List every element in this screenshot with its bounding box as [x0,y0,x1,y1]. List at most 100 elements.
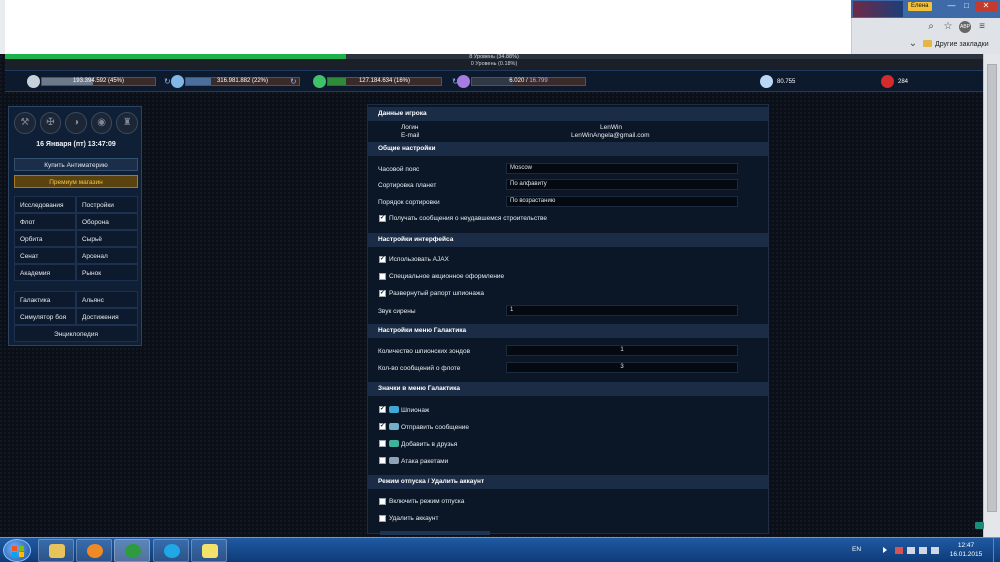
handshake-icon [389,440,399,447]
failed-build-label: Получать сообщения о неудавшемся строите… [389,215,548,222]
vacation-mode-checkbox[interactable] [379,498,386,505]
flag-icon[interactable] [895,547,903,554]
search-icon[interactable]: ⌕ [925,21,937,33]
section-header-general: Общие настройки [368,142,768,156]
resource-value: 80.755 [777,78,796,85]
delete-account-checkbox[interactable] [379,515,386,522]
other-bookmarks-folder[interactable]: Другие закладки [923,40,989,48]
taskbar-explorer[interactable] [38,539,74,562]
failed-build-checkbox[interactable]: ✓ [379,215,386,222]
server-date: 16 Января (пт) 13:47:09 [36,141,116,148]
email-value: LenWinAngela@gmail.com [571,132,650,139]
refresh-icon[interactable]: ↻ [290,77,297,86]
folder-icon [49,544,65,558]
resource-metal[interactable]: 193.394.592 (45%) ↻ [27,75,177,88]
sidebar-item-buildings[interactable]: Постройки [76,196,138,213]
resource-deuterium[interactable]: 127.184.634 (16%) ↻ [313,75,463,88]
planet-sort-select[interactable]: По алфавиту [506,179,738,190]
adblock-icon[interactable]: ABP [959,21,971,33]
sidebar-item-achievements[interactable]: Достижения [76,308,138,325]
sidebar-item-arsenal[interactable]: Арсенал [76,247,138,264]
star-icon[interactable]: ☆ [942,21,954,33]
section-header-vacation: Режим отпуска / Удалить аккаунт [368,475,768,489]
sidebar-item-research[interactable]: Исследования [14,196,76,213]
scrollbar-thumb[interactable] [987,64,997,512]
moon-icon[interactable]: ◑ [65,112,87,134]
timezone-field[interactable]: Moscow [506,163,738,174]
resource-darkmatter[interactable]: 80.755 [760,75,796,88]
tower-icon[interactable]: ♜ [116,112,138,134]
profile-avatar[interactable] [853,1,903,17]
siren-sound-field[interactable]: 1 [506,305,738,316]
resource-energy[interactable]: 6.020 / 16.799 [457,75,587,88]
section-header-galaxy-icons: Значки в меню Галактика [368,382,768,396]
sidebar-item-academy[interactable]: Академия [14,264,76,281]
ajax-checkbox[interactable]: ✓ [379,256,386,263]
login-value: LenWin [600,124,623,131]
sidebar-item-galaxy[interactable]: Галактика [14,291,76,308]
sidebar-nav-main: Исследования Постройки Флот Оборона Орби… [14,196,138,281]
spy-probes-field[interactable]: 1 [506,345,738,356]
sidebar-item-fleet[interactable]: Флот [14,213,76,230]
level-bar: 8 Уровень (34.88%) 0 Уровень (0.18%) [5,54,983,70]
fleet-messages-field[interactable]: 3 [506,362,738,373]
sidebar-item-orbit[interactable]: Орбита [14,230,76,247]
system-tray: EN 12:47 16.01.2015 [845,538,1000,562]
minimize-button[interactable]: — [945,1,958,11]
promo-design-checkbox[interactable] [379,273,386,280]
taskbar-chrome[interactable] [114,539,150,562]
hammer-icon[interactable]: ⚒ [14,112,36,134]
metal-icon [27,75,40,88]
tray-arrow-icon[interactable] [883,547,887,553]
close-button[interactable]: ✕ [975,1,997,11]
start-button[interactable] [3,539,31,562]
premium-shop-button[interactable]: Премиум магазин [14,175,138,188]
sort-order-select[interactable]: По возрастанию [506,196,738,207]
page-scrollbar[interactable] [983,54,1000,538]
icon-espionage-checkbox[interactable]: ✓ [379,406,386,413]
refresh-icon[interactable]: ↻ [164,77,171,86]
vacation-mode-label: Включить режим отпуска [389,498,465,505]
eye-icon [389,406,399,413]
resource-crystal[interactable]: 316.981.882 (22%) ↻ [171,75,321,88]
network-icon[interactable] [919,547,927,554]
sidebar-item-alliance[interactable]: Альянс [76,291,138,308]
profile-name-chip[interactable]: Елена [908,2,932,11]
chat-icon[interactable] [975,522,984,529]
level-label-secondary: 0 Уровень (0.18%) [470,61,518,67]
deuterium-icon [313,75,326,88]
device-icon[interactable] [907,547,915,554]
eye-icon[interactable]: ◉ [90,112,113,134]
sort-order-label: Порядок сортировки [378,199,440,206]
sidebar-item-senate[interactable]: Сенат [14,247,76,264]
sidebar-item-encyclopedia[interactable]: Энциклопедия [14,325,138,342]
sidebar-item-defense[interactable]: Оборона [76,213,138,230]
volume-icon[interactable] [931,547,939,554]
menu-icon[interactable]: ≡ [976,21,988,33]
resource-meter: 193.394.592 (45%) [41,77,156,86]
icon-buddy-label: Добавить в друзья [389,440,457,448]
cross-icon[interactable]: ✠ [39,112,62,134]
language-indicator[interactable]: EN [852,546,861,553]
other-bookmarks-label: Другие закладки [935,41,989,48]
icon-missile-label: Атака ракетами [389,457,448,465]
sidebar-item-battle-simulator[interactable]: Симулятор боя [14,308,76,325]
chevron-down-icon[interactable]: ⌄ [907,38,919,50]
show-desktop-button[interactable] [993,538,1000,562]
ajax-label: Использовать AJAX [389,256,449,263]
taskbar-sticky-notes[interactable] [191,539,227,562]
buy-antimatter-button[interactable]: Купить Антиматерию [14,158,138,171]
sidebar-item-market[interactable]: Рынок [76,264,138,281]
omnibox-tools: ⌕ ☆ ABP ≡ [925,20,988,34]
sidebar-item-resources[interactable]: Сырьё [76,230,138,247]
icon-buddy-checkbox[interactable] [379,440,386,447]
icon-missile-checkbox[interactable] [379,457,386,464]
icon-message-checkbox[interactable]: ✓ [379,423,386,430]
taskbar-skype[interactable] [153,539,189,562]
spy-report-checkbox[interactable]: ✓ [379,290,386,297]
save-button-edge[interactable] [380,531,490,535]
resource-antimatter[interactable]: 284 [881,75,908,88]
taskbar-media-player[interactable] [76,539,112,562]
maximize-button[interactable]: □ [960,1,973,11]
clock[interactable]: 12:47 16.01.2015 [945,541,987,559]
